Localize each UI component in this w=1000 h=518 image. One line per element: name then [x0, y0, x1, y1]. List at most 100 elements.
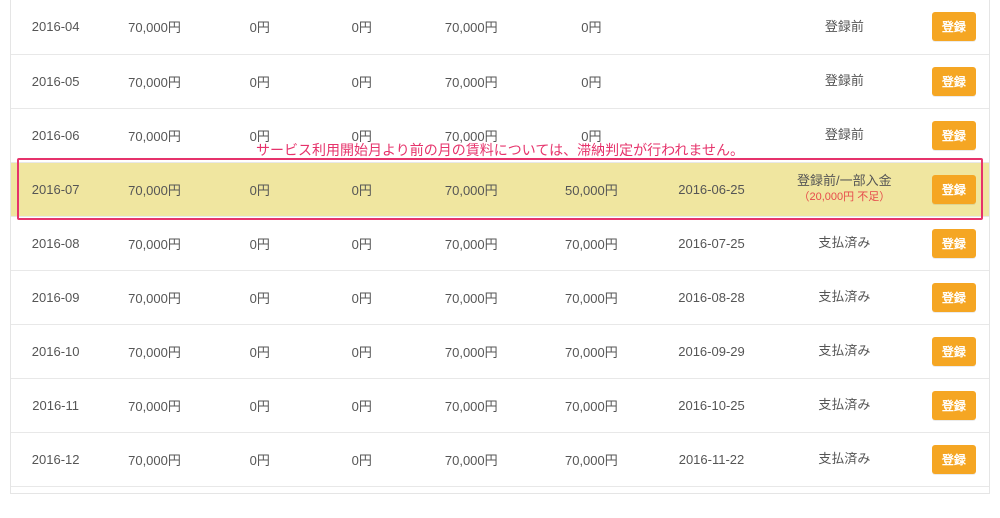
action-cell: 登録 — [919, 162, 989, 216]
register-button[interactable]: 登録 — [932, 445, 976, 474]
table-row: 2016-0670,000円0円0円70,000円0円登録前登録 — [11, 108, 989, 162]
month-cell: 2016-07 — [11, 162, 100, 216]
amount-cell: 0円 — [209, 54, 311, 108]
payment-table: 2016-0470,000円0円0円70,000円0円登録前登録2016-057… — [11, 0, 989, 487]
register-button[interactable]: 登録 — [932, 121, 976, 150]
amount-cell: 0円 — [311, 162, 413, 216]
amount-cell: 70,000円 — [413, 54, 530, 108]
status-cell: 登録前 — [770, 54, 919, 108]
status-label: 支払済み — [818, 397, 870, 412]
status-cell: 支払済み — [770, 378, 919, 432]
status-cell: 支払済み — [770, 216, 919, 270]
status-label: 支払済み — [818, 289, 870, 304]
register-button[interactable]: 登録 — [932, 337, 976, 366]
amount-cell: 70,000円 — [100, 162, 208, 216]
date-cell: 2016-06-25 — [653, 162, 770, 216]
amount-cell: 70,000円 — [100, 270, 208, 324]
amount-cell: 0円 — [530, 0, 653, 54]
date-cell: 2016-10-25 — [653, 378, 770, 432]
amount-cell: 70,000円 — [100, 0, 208, 54]
month-cell: 2016-08 — [11, 216, 100, 270]
amount-cell: 70,000円 — [100, 378, 208, 432]
table-row: 2016-0970,000円0円0円70,000円70,000円2016-08-… — [11, 270, 989, 324]
status-label: 登録前 — [825, 73, 864, 88]
amount-cell: 70,000円 — [413, 270, 530, 324]
amount-cell: 0円 — [311, 432, 413, 486]
date-cell: 2016-09-29 — [653, 324, 770, 378]
action-cell: 登録 — [919, 324, 989, 378]
amount-cell: 70,000円 — [413, 108, 530, 162]
table-row: 2016-1270,000円0円0円70,000円70,000円2016-11-… — [11, 432, 989, 486]
amount-cell: 70,000円 — [413, 162, 530, 216]
month-cell: 2016-05 — [11, 54, 100, 108]
amount-cell: 0円 — [209, 162, 311, 216]
amount-cell: 70,000円 — [100, 54, 208, 108]
amount-cell: 0円 — [209, 324, 311, 378]
status-sub-label: （20,000円 不足） — [774, 191, 915, 205]
action-cell: 登録 — [919, 216, 989, 270]
action-cell: 登録 — [919, 0, 989, 54]
amount-cell: 70,000円 — [530, 324, 653, 378]
status-label: 支払済み — [818, 451, 870, 466]
amount-cell: 0円 — [311, 216, 413, 270]
amount-cell: 0円 — [530, 108, 653, 162]
register-button[interactable]: 登録 — [932, 67, 976, 96]
amount-cell: 0円 — [311, 324, 413, 378]
month-cell: 2016-04 — [11, 0, 100, 54]
status-cell: 登録前/一部入金 （20,000円 不足） — [770, 162, 919, 216]
date-cell — [653, 54, 770, 108]
amount-cell: 70,000円 — [100, 324, 208, 378]
status-cell: 登録前 — [770, 108, 919, 162]
date-cell: 2016-11-22 — [653, 432, 770, 486]
status-label: 支払済み — [818, 343, 870, 358]
action-cell: 登録 — [919, 432, 989, 486]
action-cell: 登録 — [919, 54, 989, 108]
table-row: 2016-0870,000円0円0円70,000円70,000円2016-07-… — [11, 216, 989, 270]
amount-cell: 70,000円 — [530, 432, 653, 486]
amount-cell: 70,000円 — [413, 216, 530, 270]
amount-cell: 0円 — [311, 270, 413, 324]
month-cell: 2016-12 — [11, 432, 100, 486]
amount-cell: 0円 — [209, 216, 311, 270]
amount-cell: 0円 — [311, 108, 413, 162]
status-label: 登録前/一部入金 — [797, 173, 892, 188]
amount-cell: 70,000円 — [530, 378, 653, 432]
amount-cell: 70,000円 — [530, 270, 653, 324]
amount-cell: 0円 — [311, 0, 413, 54]
month-cell: 2016-11 — [11, 378, 100, 432]
amount-cell: 0円 — [209, 378, 311, 432]
amount-cell: 0円 — [209, 0, 311, 54]
amount-cell: 70,000円 — [413, 324, 530, 378]
amount-cell: 0円 — [530, 54, 653, 108]
amount-cell: 70,000円 — [100, 432, 208, 486]
register-button[interactable]: 登録 — [932, 175, 976, 204]
action-cell: 登録 — [919, 378, 989, 432]
date-cell: 2016-07-25 — [653, 216, 770, 270]
status-label: 登録前 — [825, 19, 864, 34]
amount-cell: 70,000円 — [413, 0, 530, 54]
table-row: 2016-0570,000円0円0円70,000円0円登録前登録 — [11, 54, 989, 108]
month-cell: 2016-10 — [11, 324, 100, 378]
amount-cell: 0円 — [311, 378, 413, 432]
register-button[interactable]: 登録 — [932, 12, 976, 41]
status-cell: 支払済み — [770, 432, 919, 486]
register-button[interactable]: 登録 — [932, 391, 976, 420]
table-row: 2016-1070,000円0円0円70,000円70,000円2016-09-… — [11, 324, 989, 378]
date-cell: 2016-08-28 — [653, 270, 770, 324]
amount-cell: 70,000円 — [413, 432, 530, 486]
table-row: 2016-1170,000円0円0円70,000円70,000円2016-10-… — [11, 378, 989, 432]
amount-cell: 70,000円 — [530, 216, 653, 270]
register-button[interactable]: 登録 — [932, 229, 976, 258]
amount-cell: 0円 — [311, 54, 413, 108]
status-label: 登録前 — [825, 127, 864, 142]
register-button[interactable]: 登録 — [932, 283, 976, 312]
month-cell: 2016-06 — [11, 108, 100, 162]
amount-cell: 70,000円 — [100, 216, 208, 270]
date-cell — [653, 0, 770, 54]
table-row: 2016-0770,000円0円0円70,000円50,000円2016-06-… — [11, 162, 989, 216]
amount-cell: 50,000円 — [530, 162, 653, 216]
amount-cell: 0円 — [209, 270, 311, 324]
amount-cell: 70,000円 — [100, 108, 208, 162]
amount-cell: 0円 — [209, 108, 311, 162]
month-cell: 2016-09 — [11, 270, 100, 324]
